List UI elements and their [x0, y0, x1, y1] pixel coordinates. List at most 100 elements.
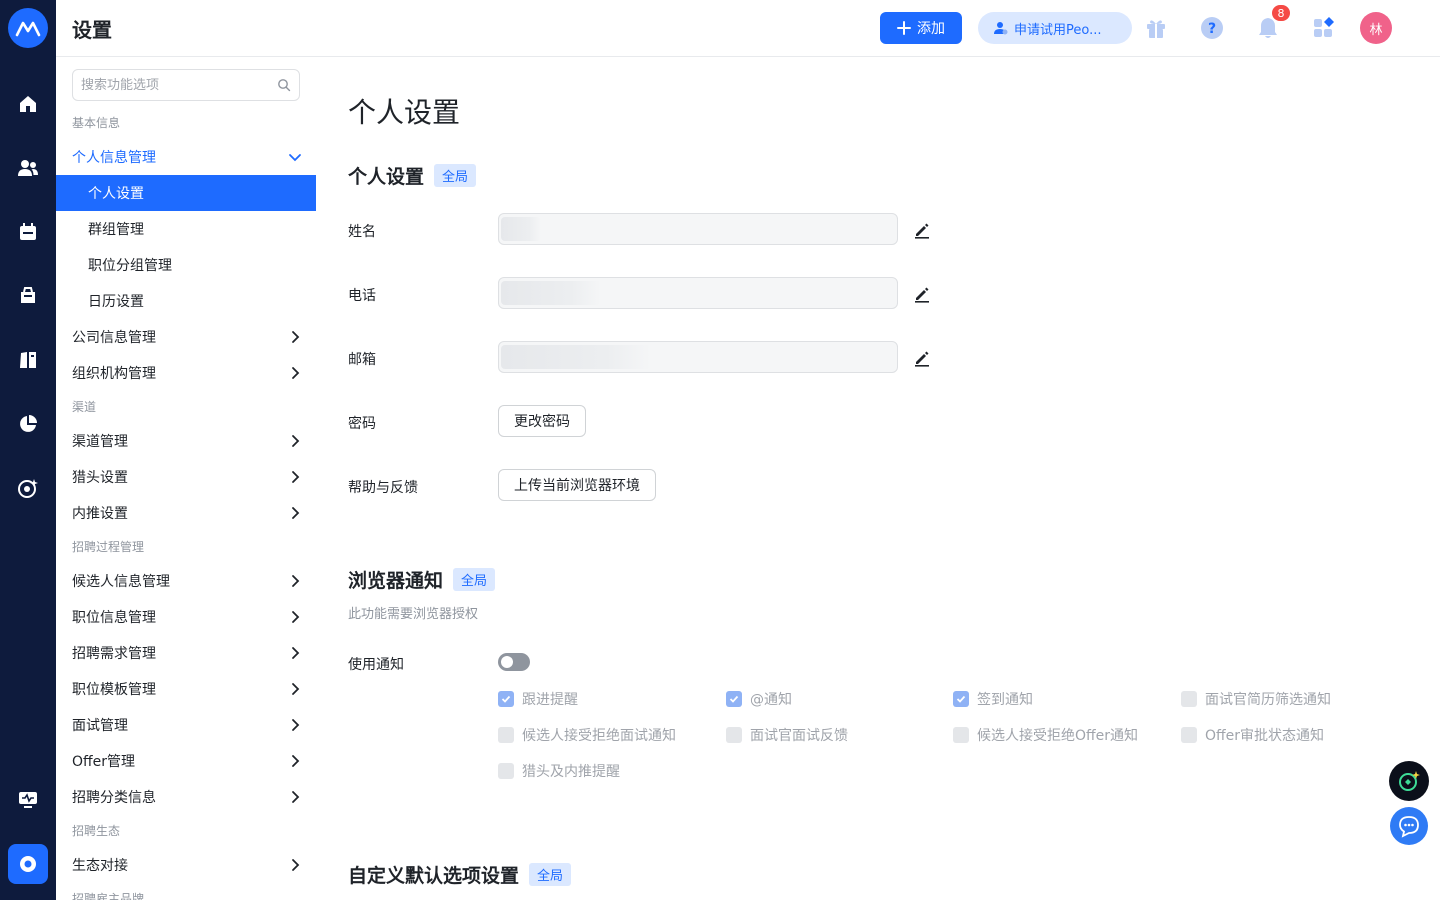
notification-toggle[interactable]: [498, 653, 530, 671]
sidebar-item-label: 职位信息管理: [72, 610, 156, 626]
edit-icon[interactable]: [912, 284, 932, 304]
user-icon: [994, 22, 1008, 35]
checkbox-label: 猎头及内推提醒: [522, 764, 620, 780]
sidebar-item-label: 职位模板管理: [72, 682, 156, 698]
page-header-title: 设置: [72, 18, 112, 42]
checkbox-follow-up[interactable]: 跟进提醒: [498, 689, 578, 709]
change-password-button[interactable]: 更改密码: [498, 405, 586, 437]
home-icon[interactable]: [12, 88, 44, 120]
checkbox-label: @通知: [750, 692, 792, 708]
briefcase-icon[interactable]: [12, 280, 44, 312]
sidebar-item-company-info[interactable]: 公司信息管理: [56, 319, 316, 355]
email-field[interactable]: [498, 341, 898, 373]
scope-tag: 全局: [434, 164, 477, 187]
scope-tag: 全局: [453, 568, 496, 591]
sidebar-item-label: 生态对接: [72, 858, 128, 874]
checkbox-label: 候选人接受拒绝Offer通知: [977, 728, 1139, 744]
sidebar-item-calendar-settings[interactable]: 日历设置: [56, 283, 316, 319]
sidebar-search-input[interactable]: [81, 70, 271, 100]
sidebar-item-demand-mgmt[interactable]: 招聘需求管理: [56, 635, 316, 671]
ai-target-icon[interactable]: [12, 472, 44, 504]
gift-icon[interactable]: [1142, 14, 1170, 42]
name-field[interactable]: [498, 213, 898, 245]
use-notification-label: 使用通知: [348, 657, 404, 673]
ai-assistant-button[interactable]: [1389, 761, 1429, 801]
sidebar-item-template-mgmt[interactable]: 职位模板管理: [56, 671, 316, 707]
sidebar-item-category-info[interactable]: 招聘分类信息: [56, 779, 316, 815]
edit-icon[interactable]: [912, 220, 932, 240]
sidebar-item-label: 组织机构管理: [72, 366, 156, 382]
checkbox-interview-feedback[interactable]: 面试官面试反馈: [726, 725, 848, 745]
chat-icon: [1399, 816, 1419, 838]
password-label: 密码: [348, 416, 376, 432]
checkbox-offer-approval[interactable]: Offer审批状态通知: [1181, 725, 1324, 745]
user-avatar[interactable]: 林: [1360, 12, 1392, 44]
trial-button-label: 申请试用Peo...: [1014, 22, 1102, 38]
chevron-right-icon: [292, 791, 300, 803]
sidebar-item-org-mgmt[interactable]: 组织机构管理: [56, 355, 316, 391]
monitor-icon[interactable]: [12, 784, 44, 816]
edit-icon[interactable]: [912, 348, 932, 368]
sidebar-item-label: 日历设置: [88, 294, 144, 310]
sidebar-item-label: 猎头设置: [72, 470, 128, 486]
checkbox-sign-in[interactable]: 签到通知: [953, 689, 1033, 709]
people-icon[interactable]: [12, 152, 44, 184]
sidebar-item-personal-settings[interactable]: 个人设置: [56, 175, 316, 211]
checkbox-mention[interactable]: @通知: [726, 689, 792, 709]
chevron-right-icon: [292, 755, 300, 767]
section-title-personal: 个人设置 全局: [348, 162, 477, 189]
sidebar-item-position-info[interactable]: 职位信息管理: [56, 599, 316, 635]
page-title: 个人设置: [348, 96, 461, 129]
sidebar-item-label: 面试管理: [72, 718, 128, 734]
group-label-basic: 基本信息: [72, 116, 121, 130]
calendar-icon[interactable]: [12, 216, 44, 248]
app-logo-icon[interactable]: [8, 8, 48, 48]
top-header: 设置 添加 申请试用Peo... ? 8 林: [56, 0, 1440, 57]
notification-badge: 8: [1272, 5, 1290, 21]
sidebar-item-candidate-info[interactable]: 候选人信息管理: [56, 563, 316, 599]
book-icon[interactable]: [12, 344, 44, 376]
section-title-text: 自定义默认选项设置: [348, 865, 520, 887]
browser-note: 此功能需要浏览器授权: [348, 607, 479, 622]
help-label: 帮助与反馈: [348, 480, 418, 496]
ai-target-icon: [1399, 771, 1420, 791]
chat-support-button[interactable]: [1390, 807, 1428, 845]
sidebar-item-label: 渠道管理: [72, 434, 128, 450]
trial-button[interactable]: 申请试用Peo...: [978, 12, 1132, 44]
sidebar-item-channel-mgmt[interactable]: 渠道管理: [56, 423, 316, 459]
sidebar-item-label: 公司信息管理: [72, 330, 156, 346]
add-button[interactable]: 添加: [880, 12, 962, 44]
svg-text:?: ?: [1208, 21, 1216, 37]
checkbox-interview-accept[interactable]: 候选人接受拒绝面试通知: [498, 725, 676, 745]
section-title-text: 个人设置: [348, 166, 425, 188]
checkbox-label: 候选人接受拒绝面试通知: [522, 728, 676, 744]
sidebar-item-referral-settings[interactable]: 内推设置: [56, 495, 316, 531]
group-label-channel: 渠道: [72, 400, 97, 414]
phone-field[interactable]: [498, 277, 898, 309]
check-icon: [953, 691, 969, 707]
group-label-ecosystem: 招聘生态: [72, 824, 121, 838]
group-label-employer: 招聘雇主品牌: [72, 892, 145, 900]
check-icon: [726, 691, 742, 707]
apps-grid-icon[interactable]: [1310, 14, 1338, 42]
chevron-right-icon: [292, 647, 300, 659]
pie-chart-icon[interactable]: [12, 408, 44, 440]
sidebar-item-personal-info[interactable]: 个人信息管理: [56, 139, 316, 175]
sidebar-item-label: 内推设置: [72, 506, 128, 522]
checkbox-headhunter-referral[interactable]: 猎头及内推提醒: [498, 761, 620, 781]
sidebar-item-interview-mgmt[interactable]: 面试管理: [56, 707, 316, 743]
chevron-right-icon: [292, 435, 300, 447]
help-icon[interactable]: ?: [1198, 14, 1226, 42]
settings-icon[interactable]: [8, 844, 48, 884]
checkbox-resume-screening[interactable]: 面试官简历筛选通知: [1181, 689, 1331, 709]
sidebar-item-headhunter-settings[interactable]: 猎头设置: [56, 459, 316, 495]
sidebar-item-ecosystem-link[interactable]: 生态对接: [56, 847, 316, 883]
section-title-browser: 浏览器通知 全局: [348, 566, 496, 593]
sidebar-item-position-group-mgmt[interactable]: 职位分组管理: [56, 247, 316, 283]
main-content: 个人设置 个人设置 全局 姓名 电话 邮箱 密码 更改密码 帮助与反馈 上传当前…: [316, 57, 1440, 900]
upload-env-button[interactable]: 上传当前浏览器环境: [498, 469, 656, 501]
sidebar-item-group-mgmt[interactable]: 群组管理: [56, 211, 316, 247]
sidebar-item-offer-mgmt[interactable]: Offer管理: [56, 743, 316, 779]
scope-tag: 全局: [529, 863, 572, 886]
checkbox-offer-accept[interactable]: 候选人接受拒绝Offer通知: [953, 725, 1138, 745]
